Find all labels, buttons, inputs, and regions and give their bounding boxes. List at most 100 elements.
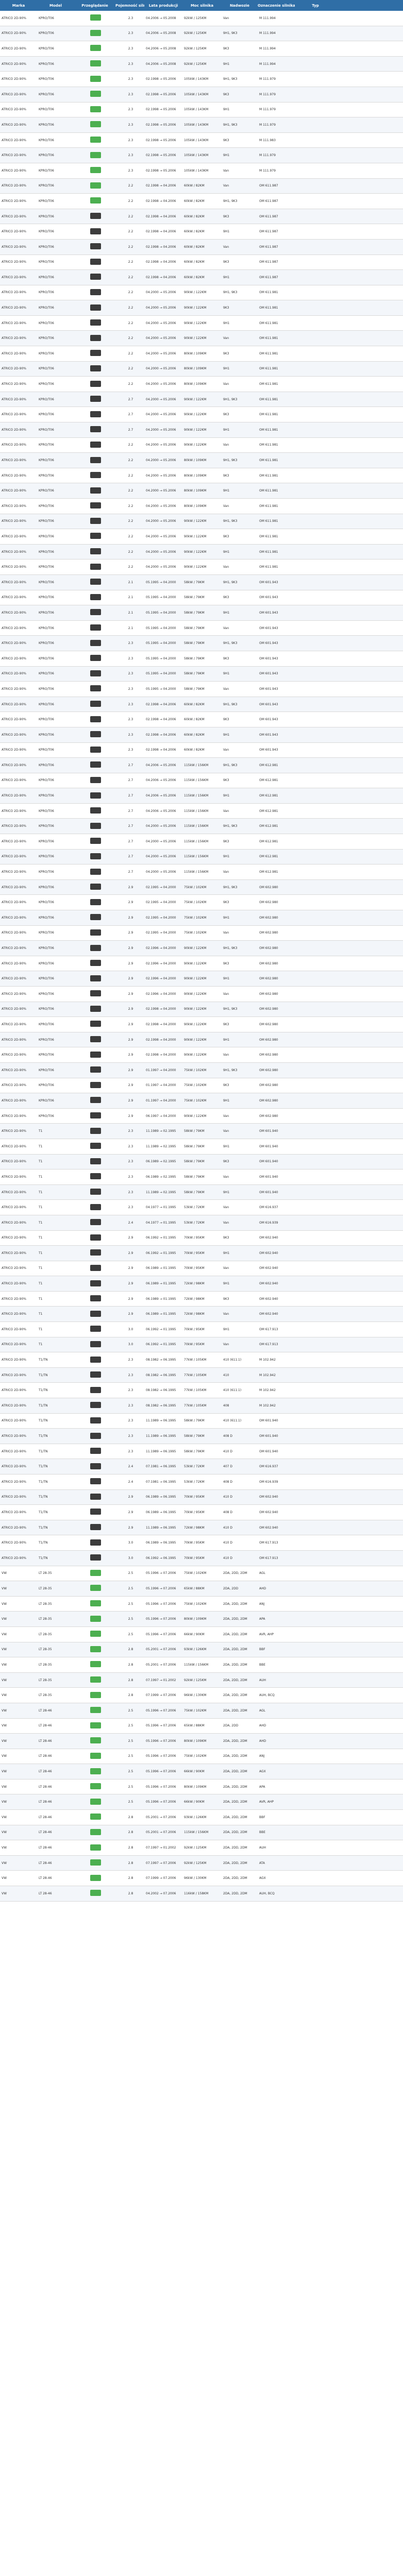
- status-badge-icon[interactable]: [90, 1631, 101, 1637]
- table-row[interactable]: ATRICO 2D-90% KPRO/T06 2.3 02.1998 → 05.200…: [0, 72, 403, 87]
- table-row[interactable]: VW LT 28-46 2.5 05.1996 → 07.2006 75kW / 102…: [0, 1749, 403, 1765]
- status-badge-icon[interactable]: [90, 822, 101, 829]
- table-row[interactable]: ATRICO 2D-90% KPRO/T06 2.7 04.2000 → 05.200…: [0, 849, 403, 865]
- table-row[interactable]: ATRICO 2D-90% KPRO/T06 2.2 02.1998 → 04.200…: [0, 255, 403, 270]
- status-badge-icon[interactable]: [90, 670, 101, 676]
- table-row[interactable]: ATRICO 2D-90% KPRO/T06 2.9 02.1998 → 04.200…: [0, 1017, 403, 1032]
- table-row[interactable]: ATRICO 2D-90% KPRO/T06 2.9 02.1995 → 04.200…: [0, 895, 403, 911]
- status-badge-icon[interactable]: [90, 502, 101, 509]
- table-row[interactable]: VW LT 28-46 2.8 04.2002 → 07.2006 116kW / 15…: [0, 1886, 403, 1902]
- table-row[interactable]: ATRICO 2D-90% KPRO/T06 2.7 04.2006 → 05.200…: [0, 773, 403, 789]
- status-badge-icon[interactable]: [90, 1646, 101, 1652]
- status-badge-icon[interactable]: [90, 365, 101, 371]
- table-row[interactable]: ATRICO 2D-90% KPRO/T06 2.3 02.1998 → 05.200…: [0, 163, 403, 179]
- table-row[interactable]: ATRICO 2D-90% T1/TN 2.9 06.1989 → 06.1995 70…: [0, 1505, 403, 1520]
- table-row[interactable]: ATRICO 2D-90% KPRO/T06 2.2 04.2000 → 05.200…: [0, 346, 403, 362]
- table-row[interactable]: ATRICO 2D-90% KPRO/T06 2.2 04.2000 → 05.200…: [0, 514, 403, 530]
- table-row[interactable]: VW LT 28-46 2.5 05.1996 → 07.2006 66kW / 90K…: [0, 1794, 403, 1810]
- table-row[interactable]: VW LT 28-35 2.8 05.2001 → 07.2006 115kW / 15…: [0, 1657, 403, 1673]
- table-row[interactable]: ATRICO 2D-90% KPRO/T06 2.3 04.2006 → 05.200…: [0, 26, 403, 42]
- table-row[interactable]: ATRICO 2D-90% KPRO/T06 2.2 02.1998 → 04.200…: [0, 239, 403, 255]
- status-badge-icon[interactable]: [90, 1463, 101, 1469]
- status-badge-icon[interactable]: [90, 1280, 101, 1286]
- table-row[interactable]: ATRICO 2D-90% T1 3.0 06.1992 → 01.1995 70kW …: [0, 1337, 403, 1353]
- status-badge-icon[interactable]: [90, 258, 101, 265]
- table-row[interactable]: ATRICO 2D-90% T1/TN 2.4 07.1981 → 06.1995 53…: [0, 1459, 403, 1475]
- table-row[interactable]: ATRICO 2D-90% KPRO/T06 2.9 02.1998 → 04.200…: [0, 1002, 403, 1018]
- table-row[interactable]: ATRICO 2D-90% T1 3.0 06.1992 → 01.1995 70kW …: [0, 1322, 403, 1337]
- status-badge-icon[interactable]: [90, 685, 101, 692]
- table-row[interactable]: ATRICO 2D-90% T1/TN 2.9 06.1989 → 06.1995 70…: [0, 1489, 403, 1505]
- table-row[interactable]: ATRICO 2D-90% KPRO/T06 2.1 05.1995 → 04.200…: [0, 621, 403, 636]
- table-row[interactable]: ATRICO 2D-90% KPRO/T06 2.7 04.2000 → 05.200…: [0, 819, 403, 835]
- table-row[interactable]: ATRICO 2D-90% T1/TN 2.3 08.1982 → 06.1995 77…: [0, 1383, 403, 1399]
- table-row[interactable]: ATRICO 2D-90% KPRO/T06 2.9 02.1995 → 04.200…: [0, 910, 403, 926]
- table-row[interactable]: VW LT 28-35 2.5 05.1996 → 07.2006 66kW / 90K…: [0, 1627, 403, 1642]
- table-row[interactable]: VW LT 28-46 2.5 05.1996 → 07.2006 66kW / 90K…: [0, 1764, 403, 1780]
- table-row[interactable]: ATRICO 2D-90% KPRO/T06 2.2 04.2000 → 05.200…: [0, 529, 403, 545]
- table-row[interactable]: ATRICO 2D-90% KPRO/T06 2.3 02.1998 → 05.200…: [0, 117, 403, 133]
- table-row[interactable]: ATRICO 2D-90% T1/TN 2.9 11.1989 → 06.1995 72…: [0, 1520, 403, 1536]
- status-badge-icon[interactable]: [90, 746, 101, 753]
- status-badge-icon[interactable]: [90, 1448, 101, 1454]
- table-row[interactable]: VW LT 28-35 2.5 05.1996 → 07.2006 75kW / 102…: [0, 1566, 403, 1582]
- table-row[interactable]: ATRICO 2D-90% KPRO/T06 2.9 02.1996 → 04.200…: [0, 956, 403, 972]
- status-badge-icon[interactable]: [90, 456, 101, 463]
- table-row[interactable]: ATRICO 2D-90% T1/TN 2.3 08.1982 → 06.1995 77…: [0, 1352, 403, 1368]
- table-row[interactable]: ATRICO 2D-90% KPRO/T06 2.2 04.2000 → 05.200…: [0, 453, 403, 468]
- status-badge-icon[interactable]: [90, 1097, 101, 1104]
- table-row[interactable]: ATRICO 2D-90% T1 2.3 11.1989 → 02.1995 58kW …: [0, 1184, 403, 1200]
- table-row[interactable]: VW LT 28-35 2.8 07.1999 → 07.2006 96kW / 130…: [0, 1688, 403, 1703]
- table-row[interactable]: ATRICO 2D-90% T1/TN 3.0 06.1989 → 06.1995 70…: [0, 1535, 403, 1551]
- status-badge-icon[interactable]: [90, 1600, 101, 1607]
- status-badge-icon[interactable]: [90, 1036, 101, 1043]
- status-badge-icon[interactable]: [90, 487, 101, 494]
- table-row[interactable]: VW LT 28-46 2.8 07.1999 → 07.2006 96kW / 130…: [0, 1871, 403, 1887]
- status-badge-icon[interactable]: [90, 1310, 101, 1317]
- table-row[interactable]: VW LT 28-35 2.5 05.1996 → 07.2006 80kW / 109…: [0, 1612, 403, 1627]
- status-badge-icon[interactable]: [90, 960, 101, 967]
- table-row[interactable]: ATRICO 2D-90% KPRO/T06 2.9 02.1995 → 04.200…: [0, 926, 403, 941]
- status-badge-icon[interactable]: [90, 197, 101, 204]
- status-badge-icon[interactable]: [90, 380, 101, 387]
- status-badge-icon[interactable]: [90, 334, 101, 341]
- status-badge-icon[interactable]: [90, 1569, 101, 1576]
- table-row[interactable]: VW LT 28-35 2.8 05.2001 → 07.2006 93kW / 126…: [0, 1642, 403, 1658]
- status-badge-icon[interactable]: [90, 1691, 101, 1698]
- table-row[interactable]: VW LT 28-46 2.8 05.2001 → 07.2006 115kW / 15…: [0, 1825, 403, 1841]
- table-row[interactable]: ATRICO 2D-90% T1/TN 2.3 11.1989 → 06.1995 58…: [0, 1444, 403, 1460]
- status-badge-icon[interactable]: [90, 60, 101, 67]
- status-badge-icon[interactable]: [90, 533, 101, 539]
- status-badge-icon[interactable]: [90, 1783, 101, 1790]
- table-row[interactable]: ATRICO 2D-90% KPRO/T06 2.9 02.1998 → 04.200…: [0, 1047, 403, 1063]
- status-badge-icon[interactable]: [90, 137, 101, 143]
- table-row[interactable]: VW LT 28-46 2.5 05.1996 → 07.2006 80kW / 109…: [0, 1780, 403, 1795]
- status-badge-icon[interactable]: [90, 1021, 101, 1027]
- table-row[interactable]: ATRICO 2D-90% KPRO/T06 2.2 04.2000 → 05.200…: [0, 300, 403, 316]
- table-row[interactable]: ATRICO 2D-90% T1 2.9 06.1992 → 01.1995 70kW …: [0, 1231, 403, 1246]
- status-badge-icon[interactable]: [90, 1341, 101, 1347]
- status-badge-icon[interactable]: [90, 182, 101, 189]
- status-badge-icon[interactable]: [90, 396, 101, 402]
- table-row[interactable]: ATRICO 2D-90% T1 2.4 04.1977 → 01.1995 53kW …: [0, 1215, 403, 1231]
- table-row[interactable]: ATRICO 2D-90% KPRO/T06 2.7 04.2000 → 05.200…: [0, 422, 403, 438]
- status-badge-icon[interactable]: [90, 899, 101, 905]
- status-badge-icon[interactable]: [90, 1524, 101, 1531]
- table-row[interactable]: ATRICO 2D-90% KPRO/T06 2.7 04.2000 → 05.200…: [0, 392, 403, 408]
- status-badge-icon[interactable]: [90, 91, 101, 97]
- status-badge-icon[interactable]: [90, 761, 101, 768]
- status-badge-icon[interactable]: [90, 1493, 101, 1500]
- status-badge-icon[interactable]: [90, 517, 101, 524]
- status-badge-icon[interactable]: [90, 1828, 101, 1835]
- status-badge-icon[interactable]: [90, 1158, 101, 1164]
- status-badge-icon[interactable]: [90, 1554, 101, 1561]
- status-badge-icon[interactable]: [90, 1844, 101, 1851]
- table-row[interactable]: ATRICO 2D-90% KPRO/T06 2.3 05.1995 → 04.200…: [0, 682, 403, 697]
- table-row[interactable]: ATRICO 2D-90% KPRO/T06 2.2 04.2000 → 05.200…: [0, 331, 403, 347]
- status-badge-icon[interactable]: [90, 1859, 101, 1866]
- status-badge-icon[interactable]: [90, 411, 101, 417]
- table-row[interactable]: VW LT 28-46 2.8 05.2001 → 07.2006 93kW / 126…: [0, 1810, 403, 1825]
- table-row[interactable]: ATRICO 2D-90% KPRO/T06 2.3 02.1998 → 04.200…: [0, 697, 403, 713]
- status-badge-icon[interactable]: [90, 14, 101, 21]
- status-badge-icon[interactable]: [90, 228, 101, 234]
